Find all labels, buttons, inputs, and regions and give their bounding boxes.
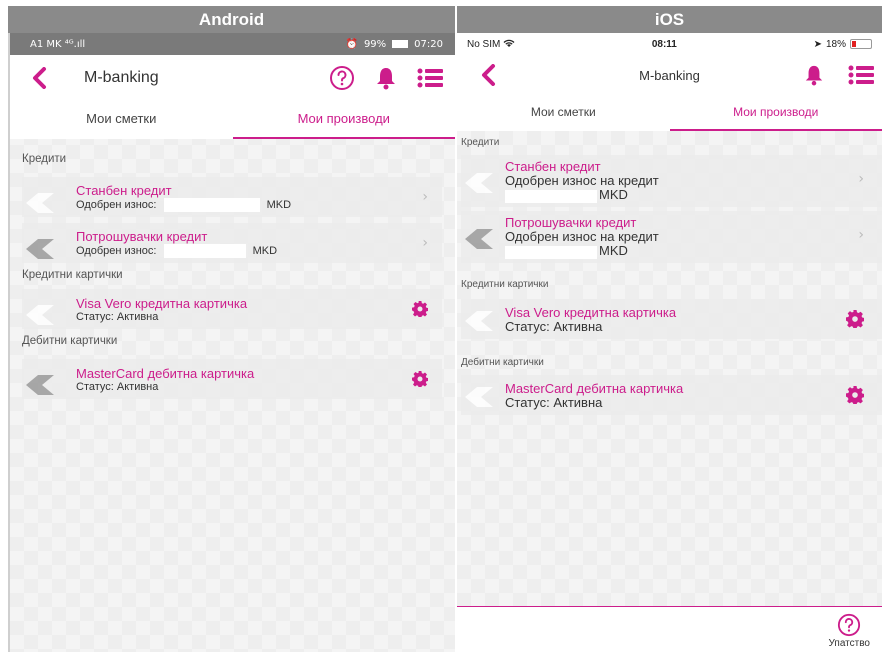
ios-screen: No SIM 08:11 ➤ 18% M-banking Мои сметки …	[457, 33, 882, 652]
loan-title: Станбен кредит	[76, 182, 172, 198]
signal-icon: ⁴ᴳ.ıll	[64, 38, 86, 50]
loan-card-housing[interactable]: Станбен кредит Одобрен износ на кредит M…	[461, 155, 882, 207]
credit-card-item[interactable]: Visa Vero кредитна картичка Статус: Акти…	[22, 289, 442, 329]
chevron-right-icon: ›	[858, 171, 864, 187]
loan-title: Потрошувачки кредит	[76, 228, 208, 244]
carrier-label: No SIM	[467, 38, 501, 50]
gear-icon[interactable]	[846, 310, 864, 328]
product-logo-icon	[465, 387, 493, 407]
ios-app-bar: M-banking	[457, 55, 882, 95]
card-title: Visa Vero кредитна картичка	[505, 304, 677, 320]
android-screen: A1 MK ⁴ᴳ.ıll ⏰ 99% 07:20 M-banking Мои с…	[8, 33, 455, 652]
product-tabs: Мои сметки Мои производи	[457, 95, 882, 131]
chevron-left-icon	[482, 64, 495, 86]
tab-my-products[interactable]: Мои производи	[669, 95, 882, 131]
app-title: M-banking	[84, 69, 159, 86]
tab-my-products[interactable]: Мои производи	[232, 101, 455, 139]
product-tabs: Мои сметки Мои производи	[10, 101, 455, 139]
ios-header: iOS	[457, 6, 882, 33]
card-status: Статус: Активна	[505, 394, 603, 410]
battery-icon	[392, 40, 409, 48]
loan-approved-amount: Одобрен износ: MKD	[76, 197, 292, 212]
product-logo-icon	[26, 239, 54, 259]
loan-card-consumer[interactable]: Потрошувачки кредит Одобрен износ: MKD ›	[22, 223, 442, 263]
product-logo-icon	[26, 305, 54, 325]
carrier-label: A1 MK	[30, 38, 62, 50]
status-time: 08:11	[651, 38, 677, 50]
product-logo-icon	[26, 375, 54, 395]
battery-icon	[850, 39, 872, 49]
chevron-left-icon	[33, 67, 46, 89]
help-nav-label: Упатство	[828, 638, 870, 649]
loan-card-consumer[interactable]: Потрошувачки кредит Одобрен износ на кре…	[461, 211, 882, 263]
loan-approved-amount-label: Одобрен износ на кредит	[505, 229, 659, 245]
alarm-icon: ⏰	[345, 38, 358, 50]
back-button[interactable]	[475, 62, 501, 88]
help-nav-button[interactable]: Упатство	[829, 613, 870, 649]
product-logo-icon	[465, 311, 493, 331]
loan-approved-amount: MKD	[505, 244, 882, 259]
battery-level: 99%	[363, 38, 387, 50]
android-status-bar: A1 MK ⁴ᴳ.ıll ⏰ 99% 07:20	[10, 33, 455, 55]
chevron-right-icon: ›	[858, 227, 864, 243]
list-icon	[848, 65, 874, 85]
android-app-bar: M-banking	[10, 55, 455, 101]
card-title: Visa Vero кредитна картичка	[76, 295, 248, 311]
status-time: 07:20	[414, 38, 443, 50]
debit-card-item[interactable]: MasterCard дебитна картичка Статус: Акти…	[461, 375, 882, 415]
ios-bottom-bar: Упатство	[457, 606, 882, 652]
notifications-button[interactable]	[804, 64, 824, 86]
back-button[interactable]	[26, 65, 52, 91]
amount-redacted	[163, 243, 246, 258]
question-circle-icon	[838, 613, 861, 637]
chevron-right-icon: ›	[422, 235, 428, 251]
question-circle-icon	[330, 66, 354, 90]
notifications-button[interactable]	[375, 66, 397, 90]
amount-redacted	[505, 245, 597, 259]
product-logo-icon	[26, 193, 54, 213]
loans-section-label: Кредити	[461, 137, 500, 148]
credit-card-item[interactable]: Visa Vero кредитна картичка Статус: Акти…	[461, 299, 882, 339]
loan-title: Станбен кредит	[505, 159, 601, 175]
product-logo-icon	[465, 229, 493, 249]
credit-cards-section-label: Кредитни картички	[22, 269, 123, 281]
amount-redacted	[163, 197, 260, 212]
menu-button[interactable]	[848, 65, 874, 85]
loans-section-label: Кредити	[22, 153, 67, 165]
tab-my-accounts[interactable]: Мои сметки	[10, 101, 233, 139]
debit-cards-section-label: Дебитни картички	[22, 335, 118, 347]
debit-card-item[interactable]: MasterCard дебитна картичка Статус: Акти…	[22, 359, 442, 399]
battery-level: 18%	[825, 38, 846, 50]
menu-button[interactable]	[417, 68, 443, 88]
loan-card-housing[interactable]: Станбен кредит Одобрен износ: MKD ›	[22, 177, 442, 217]
card-title: MasterCard дебитна картичка	[76, 365, 255, 381]
ios-status-bar: No SIM 08:11 ➤ 18%	[457, 33, 882, 55]
loan-title: Потрошувачки кредит	[505, 215, 637, 231]
card-status: Статус: Активна	[76, 380, 159, 393]
product-logo-icon	[465, 173, 493, 193]
bell-icon	[805, 65, 823, 86]
card-status: Статус: Активна	[505, 318, 603, 334]
tab-my-accounts[interactable]: Мои сметки	[457, 95, 670, 131]
debit-cards-section-label: Дебитни картички	[461, 357, 544, 368]
card-title: MasterCard дебитна картичка	[505, 380, 684, 396]
amount-redacted	[505, 189, 597, 203]
android-header: Android	[8, 6, 455, 33]
credit-cards-section-label: Кредитни картички	[461, 279, 549, 290]
list-icon	[417, 68, 443, 88]
wifi-icon	[503, 40, 515, 48]
gear-icon[interactable]	[846, 386, 864, 404]
gear-icon[interactable]	[412, 371, 428, 387]
help-button[interactable]	[329, 65, 355, 91]
gear-icon[interactable]	[412, 301, 428, 317]
card-status: Статус: Активна	[76, 310, 159, 323]
bell-icon	[377, 68, 395, 90]
loan-approved-amount: MKD	[505, 188, 882, 203]
location-icon: ➤	[813, 38, 822, 50]
loan-approved-amount-label: Одобрен износ на кредит	[505, 173, 659, 189]
chevron-right-icon: ›	[422, 189, 428, 205]
loan-approved-amount: Одобрен износ: MKD	[76, 243, 278, 258]
